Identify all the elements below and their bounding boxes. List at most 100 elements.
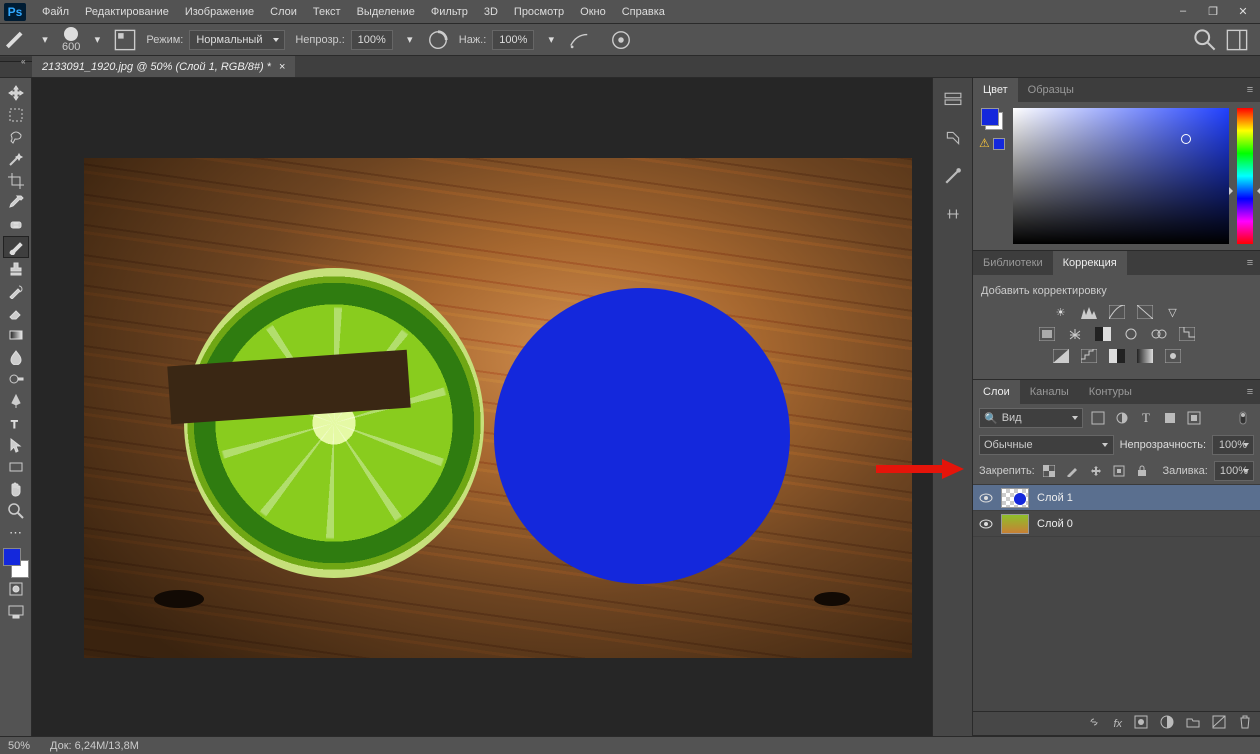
gradient-tool[interactable] [3, 324, 29, 346]
filter-smart-icon[interactable] [1185, 409, 1203, 427]
selective-color-icon[interactable] [1163, 347, 1183, 365]
tab-color[interactable]: Цвет [973, 78, 1018, 102]
layer-row[interactable]: Слой 1 [973, 485, 1260, 511]
lock-transparency-icon[interactable] [1041, 462, 1058, 480]
gamut-warning-icon[interactable]: ⚠ [979, 136, 990, 150]
color-mini-swatches[interactable] [981, 108, 1003, 130]
color-balance-icon[interactable] [1065, 325, 1085, 343]
bw-icon[interactable] [1093, 325, 1113, 343]
chevron-down-icon[interactable]: ▾ [86, 29, 108, 51]
menu-layer[interactable]: Слои [262, 0, 305, 24]
hand-tool[interactable] [3, 478, 29, 500]
fill-field[interactable]: 100% [1214, 461, 1254, 481]
doc-info[interactable]: Док: 6,24M/13,8M [50, 740, 139, 752]
airbrush-icon[interactable] [568, 29, 590, 51]
tab-libraries[interactable]: Библиотеки [973, 251, 1053, 275]
menu-3d[interactable]: 3D [476, 0, 506, 24]
menu-filter[interactable]: Фильтр [423, 0, 476, 24]
layer-thumbnail[interactable] [1001, 488, 1029, 508]
panel-menu-icon[interactable]: ≡ [1240, 251, 1260, 275]
tab-corrections[interactable]: Коррекция [1053, 251, 1127, 275]
zoom-value[interactable]: 50% [8, 740, 30, 752]
gradient-map-icon[interactable] [1135, 347, 1155, 365]
pen-tool[interactable] [3, 390, 29, 412]
visibility-toggle-icon[interactable] [979, 491, 993, 505]
hue-slider-thumb[interactable] [1233, 187, 1257, 195]
brush-tool[interactable] [3, 236, 29, 258]
document-canvas[interactable] [84, 158, 912, 658]
threshold-icon[interactable] [1107, 347, 1127, 365]
tab-layers[interactable]: Слои [973, 380, 1020, 404]
curves-icon[interactable] [1107, 303, 1127, 321]
tab-paths[interactable]: Контуры [1079, 380, 1142, 404]
marquee-tool[interactable] [3, 104, 29, 126]
properties-panel-icon[interactable] [941, 128, 965, 148]
filter-type-icon[interactable]: T [1137, 409, 1155, 427]
color-lookup-icon[interactable] [1177, 325, 1197, 343]
canvas-area[interactable] [32, 78, 932, 736]
filter-adjust-icon[interactable] [1113, 409, 1131, 427]
invert-icon[interactable] [1051, 347, 1071, 365]
layer-row[interactable]: Слой 0 [973, 511, 1260, 537]
window-close[interactable]: ✕ [1236, 5, 1250, 18]
layer-mask-icon[interactable] [1134, 715, 1148, 732]
more-tools-icon[interactable]: ⋯ [3, 522, 29, 544]
menu-file[interactable]: Файл [34, 0, 77, 24]
vibrance-icon[interactable]: ▽ [1163, 303, 1183, 321]
stamp-tool[interactable] [3, 258, 29, 280]
menu-help[interactable]: Справка [614, 0, 673, 24]
type-tool[interactable]: T [3, 412, 29, 434]
filter-pixel-icon[interactable] [1089, 409, 1107, 427]
layer-thumbnail[interactable] [1001, 514, 1029, 534]
layer-filter-dropdown[interactable]: 🔍 Вид [979, 408, 1083, 428]
wand-tool[interactable] [3, 148, 29, 170]
new-layer-icon[interactable] [1212, 715, 1226, 732]
path-select-tool[interactable] [3, 434, 29, 456]
eyedropper-tool[interactable] [3, 192, 29, 214]
panel-menu-icon[interactable]: ≡ [1240, 380, 1260, 404]
history-brush-tool[interactable] [3, 280, 29, 302]
workspace-icon[interactable] [1226, 29, 1248, 51]
filter-toggle-switch[interactable] [1236, 409, 1254, 427]
window-maximize[interactable]: ❐ [1206, 5, 1220, 18]
zoom-tool[interactable] [3, 500, 29, 522]
levels-icon[interactable] [1079, 303, 1099, 321]
posterize-icon[interactable] [1079, 347, 1099, 365]
pressure-opacity-icon[interactable] [427, 29, 449, 51]
new-group-icon[interactable] [1186, 715, 1200, 732]
quickmask-tool[interactable] [3, 578, 29, 600]
blur-tool[interactable] [3, 346, 29, 368]
lasso-tool[interactable] [3, 126, 29, 148]
menu-edit[interactable]: Редактирование [77, 0, 177, 24]
healing-tool[interactable] [3, 214, 29, 236]
menu-image[interactable]: Изображение [177, 0, 262, 24]
screenmode-tool[interactable] [3, 600, 29, 622]
crop-tool[interactable] [3, 170, 29, 192]
blend-mode-dropdown[interactable]: Обычные [979, 435, 1114, 455]
filter-shape-icon[interactable] [1161, 409, 1179, 427]
visibility-toggle-icon[interactable] [979, 517, 993, 531]
layer-fx-icon[interactable]: fx [1113, 718, 1122, 730]
pressure-size-icon[interactable] [610, 29, 632, 51]
foreground-color[interactable] [3, 548, 21, 566]
menu-window[interactable]: Окно [572, 0, 614, 24]
toolbar-handle[interactable] [0, 57, 32, 62]
history-panel-icon[interactable] [941, 90, 965, 110]
color-picker-ring[interactable] [1181, 134, 1191, 144]
eraser-tool[interactable] [3, 302, 29, 324]
chevron-down-icon[interactable]: ▾ [34, 29, 56, 51]
photo-filter-icon[interactable] [1121, 325, 1141, 343]
channel-mixer-icon[interactable] [1149, 325, 1169, 343]
flow-field[interactable]: 100% [492, 30, 534, 50]
link-layers-icon[interactable] [1087, 715, 1101, 732]
tool-preset-icon[interactable] [6, 29, 28, 51]
lock-paint-icon[interactable] [1064, 462, 1081, 480]
panel-menu-icon[interactable]: ≡ [1240, 78, 1260, 102]
brush-preview[interactable]: 600 [62, 27, 80, 53]
brightness-icon[interactable]: ☀ [1051, 303, 1071, 321]
menu-type[interactable]: Текст [305, 0, 349, 24]
move-tool[interactable] [3, 82, 29, 104]
lock-all-icon[interactable] [1133, 462, 1150, 480]
lock-artboard-icon[interactable] [1110, 462, 1127, 480]
new-adjustment-icon[interactable] [1160, 715, 1174, 732]
